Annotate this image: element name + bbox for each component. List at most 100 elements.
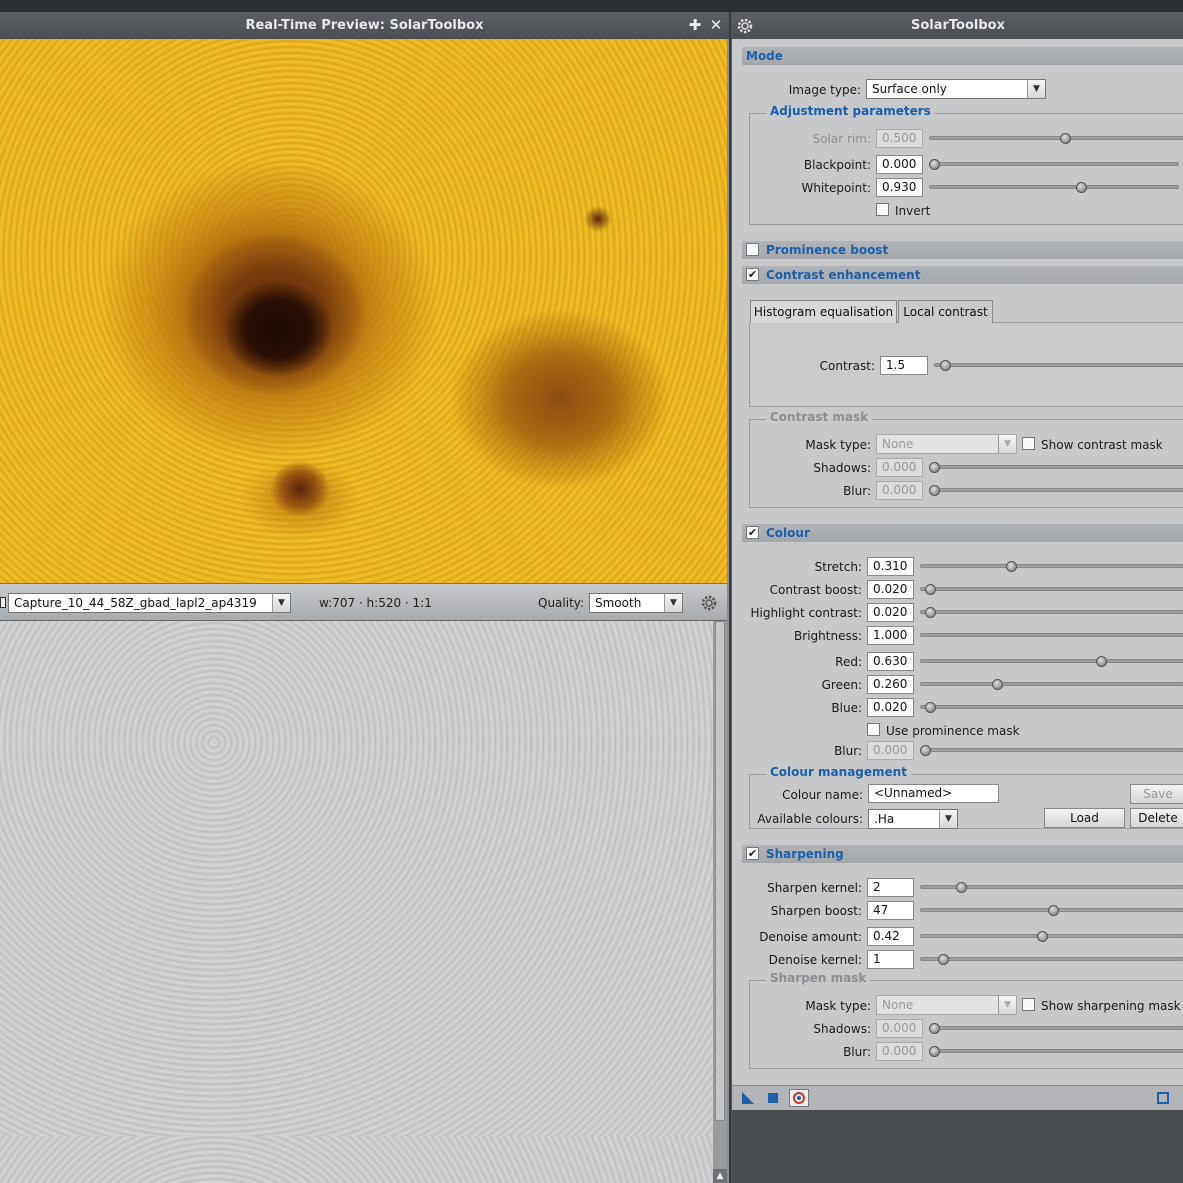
scroll-down-icon[interactable]: ▲ <box>713 1169 727 1183</box>
stretch-field[interactable]: 0.310 <box>867 557 914 576</box>
contrast-mask-type-select[interactable]: None ▼ <box>876 434 1017 454</box>
denoise-amount-slider-track[interactable] <box>920 934 1183 938</box>
green-label: Green: <box>821 678 862 692</box>
denoise-amount-slider-knob[interactable] <box>1037 931 1048 942</box>
show-contrast-mask-checkbox[interactable] <box>1022 437 1035 450</box>
denoise-amount-field[interactable]: 0.42 <box>867 927 914 946</box>
new-instance-icon[interactable] <box>741 1091 755 1105</box>
sharpen-shadows-slider-knob[interactable] <box>929 1023 940 1034</box>
panel-titlebar[interactable]: SolarToolbox <box>732 12 1183 39</box>
gear-icon[interactable] <box>700 594 718 612</box>
sharpening-section-header[interactable]: Sharpening <box>742 845 1183 863</box>
blackpoint-slider-track[interactable] <box>929 162 1179 166</box>
highlight-contrast-slider-track[interactable] <box>920 610 1183 614</box>
highlight-contrast-field[interactable]: 0.020 <box>867 603 914 622</box>
red-slider-track[interactable] <box>920 659 1183 663</box>
highlight-contrast-slider-knob[interactable] <box>925 607 936 618</box>
contrast-boost-slider-knob[interactable] <box>925 584 936 595</box>
delete-colour-button[interactable]: Delete <box>1130 808 1183 828</box>
whitepoint-slider-knob[interactable] <box>1076 182 1087 193</box>
contrast-blur-slider-track[interactable] <box>929 488 1183 492</box>
contrast-checkbox[interactable]: ✔ <box>746 268 759 281</box>
blue-slider-track[interactable] <box>920 705 1183 709</box>
red-slider-knob[interactable] <box>1096 656 1107 667</box>
sharpen-mask-type-select[interactable]: None ▼ <box>876 995 1017 1015</box>
green-field[interactable]: 0.260 <box>867 675 914 694</box>
gear-icon[interactable] <box>736 17 754 35</box>
denoise-kernel-field[interactable]: 1 <box>867 950 914 969</box>
prominence-checkbox[interactable] <box>746 243 759 256</box>
real-time-preview-icon[interactable] <box>789 1089 809 1107</box>
top-strip <box>0 0 1183 12</box>
sharpen-shadows-slider-track[interactable] <box>929 1026 1183 1030</box>
whitepoint-slider-track[interactable] <box>929 185 1179 189</box>
sharpen-shadows-field[interactable]: 0.000 <box>876 1019 923 1038</box>
tab-histogram-equalisation[interactable]: Histogram equalisation <box>750 300 897 323</box>
load-colour-button[interactable]: Load <box>1044 808 1125 828</box>
sharpen-blur-slider-knob[interactable] <box>929 1046 940 1057</box>
sharpen-kernel-slider-knob[interactable] <box>956 882 967 893</box>
grayscale-preview-image[interactable] <box>0 621 713 1183</box>
blue-field[interactable]: 0.020 <box>867 698 914 717</box>
contrast-slider-knob[interactable] <box>940 360 951 371</box>
denoise-kernel-slider-knob[interactable] <box>938 954 949 965</box>
close-icon[interactable]: ✕ <box>707 16 725 34</box>
blackpoint-slider-knob[interactable] <box>929 159 940 170</box>
solar-rim-field[interactable]: 0.500 <box>876 129 923 148</box>
scrollbar-thumb[interactable] <box>715 621 725 1121</box>
colour-blur-slider-track[interactable] <box>920 748 1183 752</box>
contrast-boost-field[interactable]: 0.020 <box>867 580 914 599</box>
contrast-shadows-slider-knob[interactable] <box>929 462 940 473</box>
colour-blur-field[interactable]: 0.000 <box>867 741 914 760</box>
blackpoint-field[interactable]: 0.000 <box>876 155 923 174</box>
contrast-blur-slider-knob[interactable] <box>929 485 940 496</box>
colour-section-header[interactable]: Colour <box>742 524 1183 542</box>
image-type-select[interactable]: Surface only ▼ <box>866 79 1046 99</box>
contrast-slider-track[interactable] <box>934 363 1183 367</box>
colour-blur-slider-knob[interactable] <box>920 745 931 756</box>
denoise-kernel-slider-track[interactable] <box>920 957 1183 961</box>
red-field[interactable]: 0.630 <box>867 652 914 671</box>
colour-checkbox[interactable]: ✔ <box>746 526 759 539</box>
brightness-field[interactable]: 1.000 <box>867 626 914 645</box>
stretch-slider-track[interactable] <box>920 564 1183 568</box>
sharpen-blur-slider-track[interactable] <box>929 1049 1183 1053</box>
solar-rim-slider-knob[interactable] <box>1060 133 1071 144</box>
contrast-blur-field[interactable]: 0.000 <box>876 481 923 500</box>
view-selector[interactable]: Capture_10_44_58Z_gbad_lapl2_ap4319 ▼ <box>8 593 291 613</box>
tab-local-contrast[interactable]: Local contrast <box>898 300 993 323</box>
contrast-boost-slider-track[interactable] <box>920 587 1183 591</box>
contrast-section-header[interactable]: Contrast enhancement <box>742 266 1183 284</box>
brightness-slider-track[interactable] <box>920 633 1183 637</box>
stretch-slider-knob[interactable] <box>1006 561 1017 572</box>
color-preview-image[interactable] <box>0 39 727 583</box>
available-colours-select[interactable]: .Ha ▼ <box>868 809 958 829</box>
mode-section-header[interactable]: Mode <box>742 47 1183 65</box>
apply-square-icon[interactable] <box>766 1091 780 1105</box>
prominence-section-header[interactable]: Prominence boost <box>742 241 1183 259</box>
colour-name-field[interactable]: <Unnamed> <box>868 784 999 803</box>
green-slider-track[interactable] <box>920 682 1183 686</box>
solar-rim-slider-track[interactable] <box>929 136 1183 140</box>
vertical-scrollbar[interactable]: ▲ <box>713 621 727 1183</box>
sharpen-boost-slider-knob[interactable] <box>1048 905 1059 916</box>
sharpen-kernel-field[interactable]: 2 <box>867 878 914 897</box>
contrast-shadows-field[interactable]: 0.000 <box>876 458 923 477</box>
save-colour-button[interactable]: Save <box>1130 784 1183 804</box>
sharpen-boost-field[interactable]: 47 <box>867 901 914 920</box>
green-slider-knob[interactable] <box>992 679 1003 690</box>
sharpen-blur-field[interactable]: 0.000 <box>876 1042 923 1061</box>
quality-select[interactable]: Smooth ▼ <box>589 593 683 613</box>
blue-slider-knob[interactable] <box>925 702 936 713</box>
contrast-field[interactable]: 1.5 <box>880 356 928 375</box>
chevron-down-icon: ▼ <box>272 594 290 612</box>
use-prominence-mask-checkbox[interactable] <box>867 723 880 736</box>
reset-icon[interactable] <box>1156 1091 1170 1105</box>
sharpening-checkbox[interactable]: ✔ <box>746 847 759 860</box>
show-sharpening-mask-checkbox[interactable] <box>1022 998 1035 1011</box>
pin-icon[interactable]: ✚ <box>686 16 704 34</box>
contrast-shadows-slider-track[interactable] <box>929 465 1183 469</box>
invert-checkbox[interactable] <box>876 203 889 216</box>
preview-titlebar[interactable]: Real-Time Preview: SolarToolbox ✚ ✕ <box>0 12 729 39</box>
whitepoint-field[interactable]: 0.930 <box>876 178 923 197</box>
